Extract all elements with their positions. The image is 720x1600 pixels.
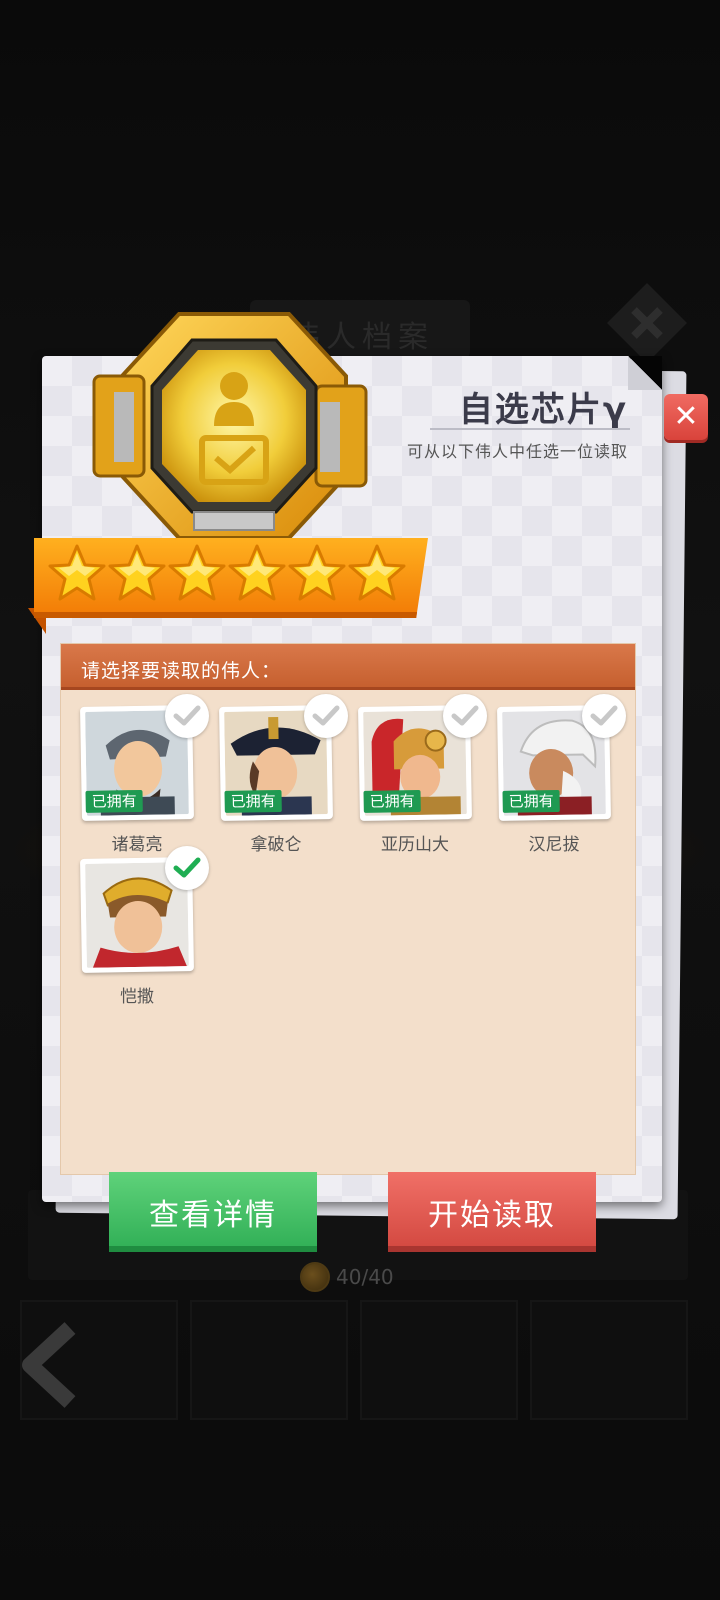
title-underline (430, 428, 630, 430)
view-details-button[interactable]: 查看详情 (109, 1172, 317, 1252)
star-icon (288, 544, 346, 601)
roster-header-label: 请选择要读取的伟人： (81, 660, 282, 682)
star-icon (348, 544, 406, 601)
owned-badge: 已拥有 (502, 789, 560, 813)
hero-card[interactable]: 已拥有 拿破仑 (219, 694, 352, 856)
back-arrow-icon (22, 1322, 76, 1408)
owned-badge: 已拥有 (85, 789, 143, 813)
dialog-subtitle: 可从以下伟人中任选一位读取 (406, 442, 628, 461)
coin-icon (300, 1262, 330, 1292)
check-icon (582, 694, 626, 738)
owned-badge: 已拥有 (363, 789, 421, 813)
hero-name: 汉尼拔 (528, 835, 580, 855)
hero-card[interactable]: 恺撒 (80, 846, 213, 1008)
close-icon: ✕ (673, 399, 699, 434)
hero-card[interactable]: 已拥有 亚历山大 (358, 694, 491, 856)
star-icon (108, 544, 166, 601)
chip-icon (92, 312, 368, 540)
star-rating (48, 543, 406, 605)
check-icon (443, 694, 487, 738)
hero-name: 恺撒 (120, 987, 154, 1007)
dialog-title: 自选芯片γ (458, 390, 628, 430)
check-icon (304, 694, 348, 738)
check-icon (165, 694, 209, 738)
hero-card[interactable]: 已拥有 汉尼拔 (497, 694, 630, 856)
background-card (190, 1300, 348, 1420)
background-card (530, 1300, 688, 1420)
star-icon (168, 544, 226, 601)
owned-badge: 已拥有 (224, 789, 282, 813)
star-icon (228, 544, 286, 601)
hero-name: 拿破仑 (250, 835, 302, 855)
start-reading-button[interactable]: 开始读取 (388, 1172, 596, 1252)
background-card (360, 1300, 518, 1420)
roster-header: 请选择要读取的伟人： (61, 644, 635, 690)
check-icon (165, 846, 209, 890)
background-counter-value: 40/40 (336, 1265, 394, 1289)
close-button[interactable]: ✕ (664, 394, 708, 440)
dialog-corner-fold (628, 356, 662, 390)
hero-card[interactable]: 已拥有 诸葛亮 (80, 694, 213, 856)
hero-name: 亚历山大 (381, 835, 449, 855)
hero-roster-panel: 请选择要读取的伟人： 已拥有 诸葛亮 已拥有 拿破仑 已拥有 亚历山大 已拥有 … (60, 643, 636, 1175)
background-close-icon (607, 283, 687, 363)
background-counter: 40/40 (300, 1262, 394, 1292)
star-icon (48, 544, 106, 601)
